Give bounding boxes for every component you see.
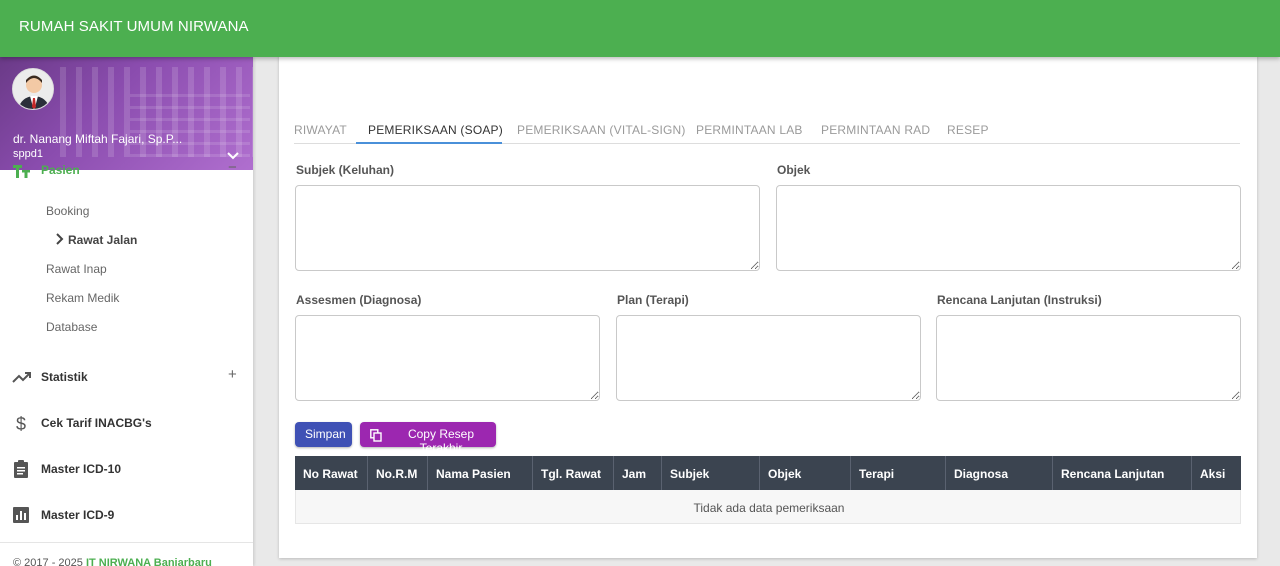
assesmen-label: Assesmen (Diagnosa) — [296, 293, 422, 307]
column-header[interactable]: Rencana Lanjutan — [1053, 456, 1192, 490]
sidebar-subitem-label: Rawat Jalan — [68, 233, 138, 247]
subjek-textarea[interactable] — [295, 185, 760, 271]
tab-riwayat[interactable]: RIWAYAT — [294, 117, 349, 144]
app-title: RUMAH SAKIT UMUM NIRWANA — [19, 18, 249, 35]
sidebar-subitem-label: Rekam Medik — [46, 291, 120, 305]
bar-chart-icon — [12, 506, 32, 524]
sidebar-subitem-rawat-inap[interactable]: Rawat Inap — [0, 255, 253, 284]
copy-resep-button[interactable]: Copy Resep Terakhir — [360, 422, 496, 455]
sidebar-item-cek-tarif[interactable]: $ Cek Tarif INACBG's — [0, 400, 253, 446]
tab-label: PERMINTAAN RAD — [821, 123, 931, 137]
sidebar-item-label: Master ICD-10 — [41, 462, 122, 476]
sidebar-item-statistik[interactable]: Statistik + — [0, 354, 253, 400]
sidebar-footer: © 2017 - 2025 IT NIRWANA Banjarbaru — [13, 557, 212, 566]
dollar-icon: $ — [12, 414, 32, 434]
pemeriksaan-table: No Rawat No.R.M Nama Pasien Tgl. Rawat J… — [295, 456, 1241, 524]
footer-copyright: © 2017 - 2025 — [13, 557, 86, 566]
column-header[interactable]: Jam — [614, 456, 662, 490]
objek-label: Objek — [777, 163, 811, 177]
sidebar-menu: Pasien − Booking Rawat Jalan Rawat Inap … — [0, 159, 253, 538]
copy-resep-button-label: Copy Resep Terakhir — [407, 427, 475, 455]
tab-label: PERMINTAAN LAB — [696, 123, 803, 137]
tab-label: RESEP — [947, 123, 989, 137]
sidebar-subitem-rekam-medik[interactable]: Rekam Medik — [0, 284, 253, 313]
tab-permintaan-rad[interactable]: PERMINTAAN RAD — [821, 117, 931, 144]
column-header[interactable]: Diagnosa — [946, 456, 1053, 490]
tab-label: PEMERIKSAAN (VITAL-SIGN) — [517, 123, 686, 137]
collapse-icon[interactable]: − — [228, 159, 237, 176]
column-header[interactable]: Terapi — [851, 456, 946, 490]
sidebar-subitem-label: Rawat Inap — [46, 262, 107, 276]
expand-icon[interactable]: + — [228, 366, 237, 383]
tab-label: PEMERIKSAAN (SOAP) — [368, 123, 503, 137]
tab-bar: RIWAYAT PEMERIKSAAN (SOAP) PEMERIKSAAN (… — [294, 117, 1240, 144]
table-empty-row: Tidak ada data pemeriksaan — [295, 490, 1241, 524]
tab-pemeriksaan-vital-sign[interactable]: PEMERIKSAAN (VITAL-SIGN) — [517, 117, 686, 144]
copy-icon — [370, 429, 382, 442]
svg-text:$: $ — [16, 414, 26, 432]
sidebar-item-label: Cek Tarif INACBG's — [41, 416, 152, 430]
footer-org-link[interactable]: IT NIRWANA Banjarbaru — [86, 557, 212, 566]
sidebar-subitem-rawat-jalan[interactable]: Rawat Jalan — [0, 226, 253, 255]
sidebar-subitem-database[interactable]: Database — [0, 313, 253, 342]
trending-up-icon — [12, 368, 32, 386]
main-card: RIWAYAT PEMERIKSAAN (SOAP) PEMERIKSAAN (… — [279, 40, 1257, 558]
simpan-button[interactable]: Simpan — [295, 422, 352, 447]
tab-label: RIWAYAT — [294, 123, 347, 137]
user-username: sppd1 — [13, 148, 43, 160]
empty-message: Tidak ada data pemeriksaan — [693, 501, 845, 515]
sidebar-item-master-icd9[interactable]: Master ICD-9 — [0, 492, 253, 538]
plan-label: Plan (Terapi) — [617, 293, 689, 307]
plan-textarea[interactable] — [616, 315, 921, 401]
sidebar-item-label: Master ICD-9 — [41, 508, 115, 522]
sidebar-subitem-booking[interactable]: Booking — [0, 197, 253, 226]
tab-pemeriksaan-soap[interactable]: PEMERIKSAAN (SOAP) — [356, 117, 503, 144]
sidebar-item-label: Statistik — [41, 370, 88, 384]
table-header: No Rawat No.R.M Nama Pasien Tgl. Rawat J… — [295, 456, 1241, 490]
column-header[interactable]: Nama Pasien — [428, 456, 533, 490]
sidebar-item-master-icd10[interactable]: Master ICD-10 — [0, 446, 253, 492]
column-header[interactable]: Tgl. Rawat — [533, 456, 614, 490]
rencana-textarea[interactable] — [936, 315, 1241, 401]
rencana-label: Rencana Lanjutan (Instruksi) — [937, 293, 1102, 307]
sidebar-subitem-label: Database — [46, 320, 98, 334]
user-name: dr. Nanang Miftah Fajari, Sp.P... — [13, 132, 183, 146]
column-header[interactable]: Subjek — [662, 456, 760, 490]
column-header[interactable]: Aksi — [1192, 456, 1241, 490]
sidebar: dr. Nanang Miftah Fajari, Sp.P... sppd1 … — [0, 57, 253, 566]
column-header[interactable]: No.R.M — [368, 456, 428, 490]
assesmen-textarea[interactable] — [295, 315, 600, 401]
subjek-label: Subjek (Keluhan) — [296, 163, 395, 177]
user-panel: dr. Nanang Miftah Fajari, Sp.P... sppd1 — [0, 57, 253, 170]
sidebar-divider — [0, 542, 253, 543]
clipboard-icon — [12, 460, 32, 478]
sidebar-item-label: Pasien — [41, 163, 80, 177]
tab-permintaan-lab[interactable]: PERMINTAAN LAB — [696, 117, 803, 144]
tab-resep[interactable]: RESEP — [947, 117, 992, 144]
sidebar-subitem-label: Booking — [46, 204, 90, 218]
objek-textarea[interactable] — [776, 185, 1241, 271]
column-header[interactable]: Objek — [760, 456, 851, 490]
avatar[interactable] — [12, 68, 54, 110]
column-header[interactable]: No Rawat — [295, 456, 368, 490]
chevron-right-icon — [55, 233, 65, 248]
text-format-icon — [12, 162, 32, 180]
top-app-bar: RUMAH SAKIT UMUM NIRWANA — [0, 0, 1280, 57]
simpan-button-label: Simpan — [305, 427, 346, 441]
